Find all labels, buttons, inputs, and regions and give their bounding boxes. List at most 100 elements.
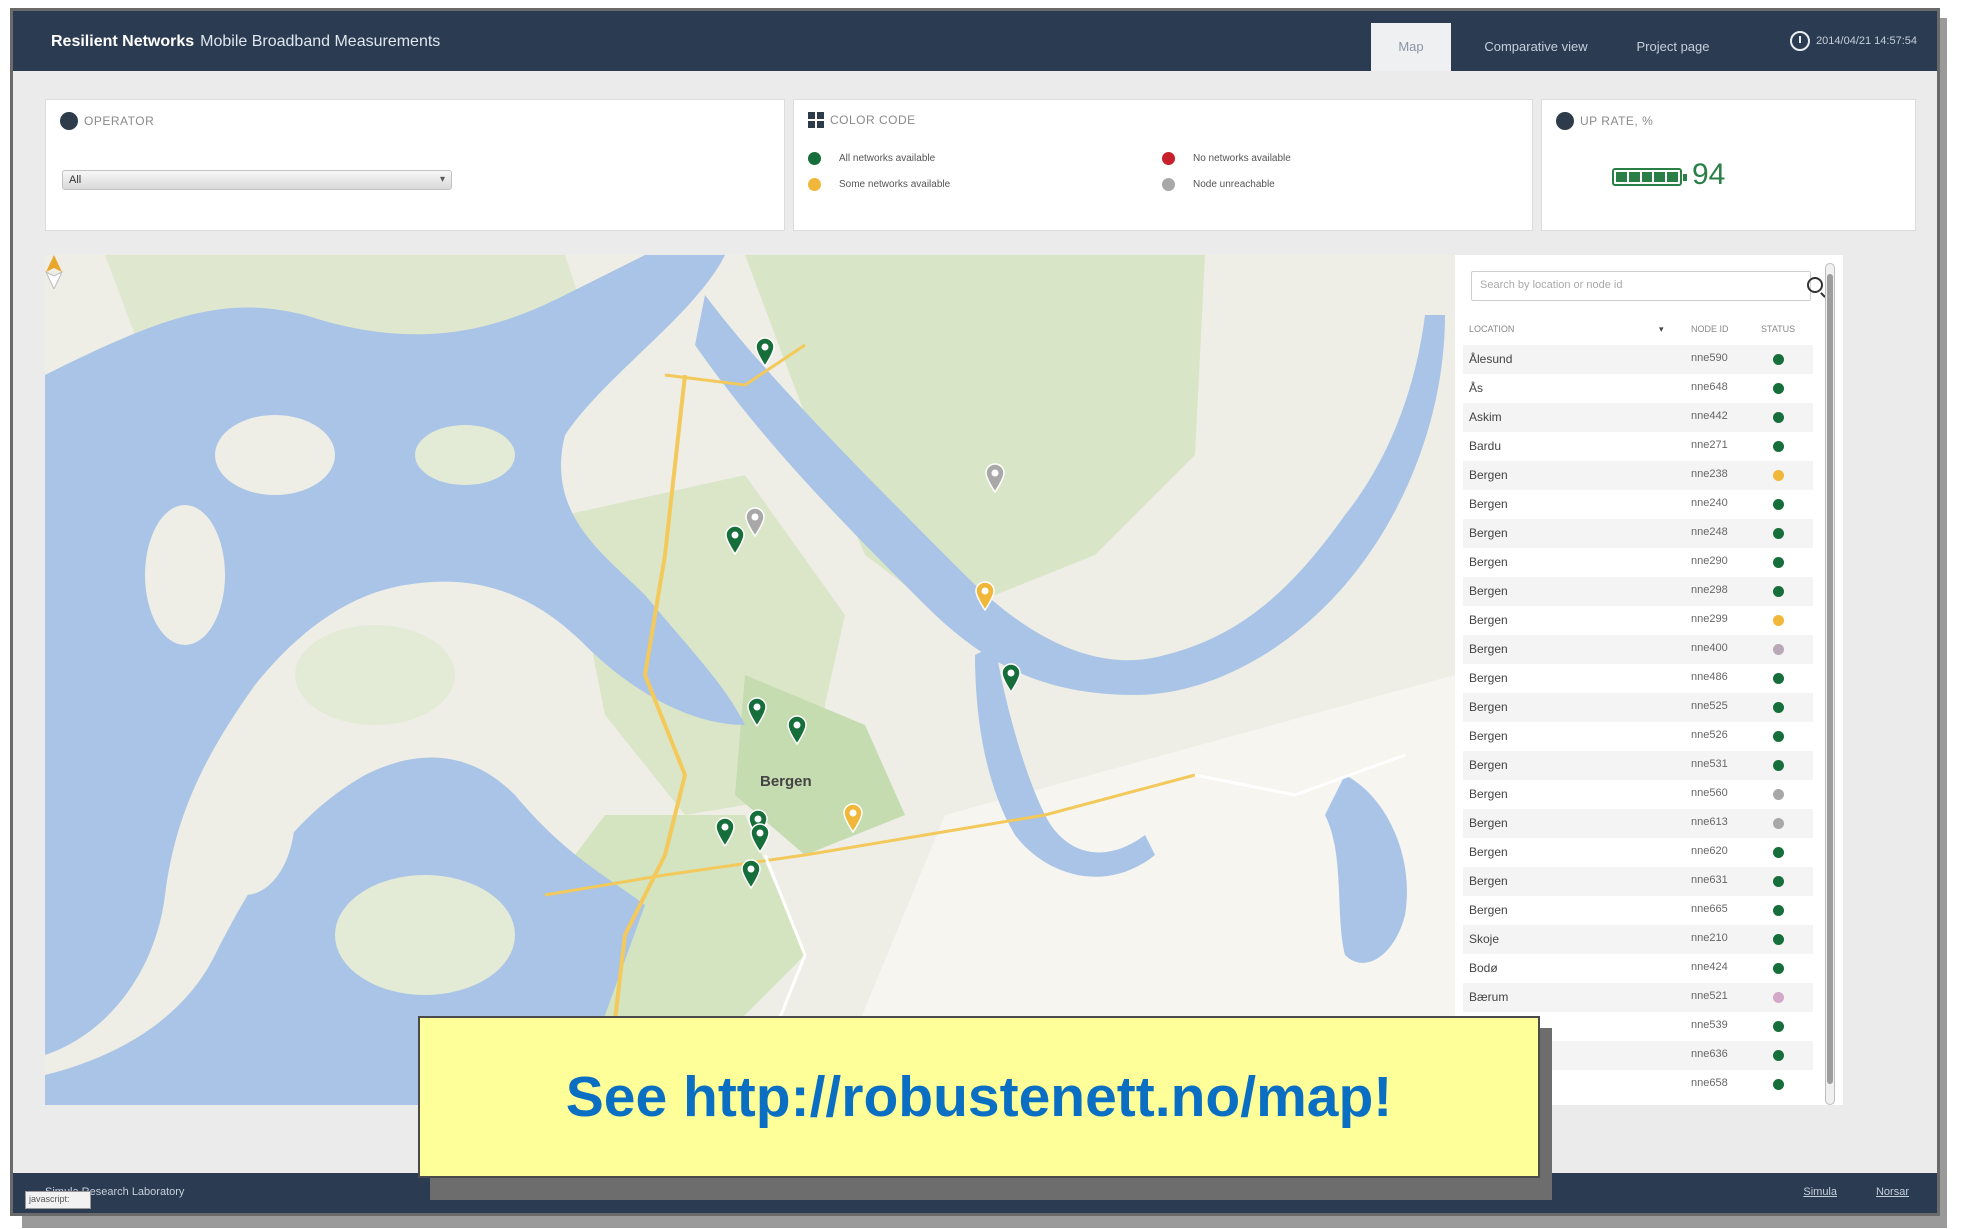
table-row[interactable]: Bergen nne531 <box>1463 751 1813 780</box>
status-dot-icon <box>1773 528 1784 539</box>
map-marker-icon[interactable] <box>974 581 996 611</box>
table-row[interactable]: Bardu nne271 <box>1463 432 1813 461</box>
table-row[interactable]: Bergen nne486 <box>1463 664 1813 693</box>
row-node-id: nne531 <box>1691 758 1728 770</box>
row-location: Bergen <box>1469 497 1508 511</box>
table-row[interactable]: Bergen nne525 <box>1463 693 1813 722</box>
scrollbar-thumb[interactable] <box>1827 274 1833 1084</box>
table-row[interactable]: Askim nne442 <box>1463 403 1813 432</box>
legend-none-available: No networks available <box>1162 152 1291 165</box>
row-location: Bergen <box>1469 468 1508 482</box>
sort-icon[interactable]: ▾ <box>1659 324 1664 335</box>
table-row[interactable]: Bergen nne248 <box>1463 519 1813 548</box>
tab-project-page[interactable]: Project page <box>1613 23 1733 71</box>
legend-label: Some networks available <box>839 179 951 190</box>
brand-title[interactable]: Resilient Networks Mobile Broadband Measu… <box>51 33 440 51</box>
row-node-id: nne560 <box>1691 787 1728 799</box>
status-dot-icon <box>1773 557 1784 568</box>
north-arrow-icon[interactable] <box>45 255 63 289</box>
table-row[interactable]: Ålesund nne590 <box>1463 345 1813 374</box>
table-row[interactable]: Bergen nne290 <box>1463 548 1813 577</box>
map-marker-icon[interactable] <box>746 697 768 727</box>
row-node-id: nne620 <box>1691 845 1728 857</box>
table-row[interactable]: Bergen nne400 <box>1463 635 1813 664</box>
map-marker-icon[interactable] <box>740 859 762 889</box>
footer-link-norsar[interactable]: Norsar <box>1876 1186 1909 1198</box>
column-node-id[interactable]: NODE ID <box>1691 324 1729 334</box>
table-row[interactable]: Skoje nne210 <box>1463 925 1813 954</box>
table-row[interactable]: Bergen nne613 <box>1463 809 1813 838</box>
status-dot-icon <box>1773 760 1784 771</box>
map-marker-icon[interactable] <box>744 507 766 537</box>
table-row[interactable]: Bergen nne299 <box>1463 606 1813 635</box>
table-row[interactable]: Bodø nne424 <box>1463 954 1813 983</box>
map-view[interactable]: Bergen <box>45 255 1455 1105</box>
table-row[interactable]: Bergen nne560 <box>1463 780 1813 809</box>
yellow-dot-icon <box>808 178 821 191</box>
tab-map[interactable]: Map <box>1371 23 1451 71</box>
tab-comparative-view[interactable]: Comparative view <box>1461 23 1611 71</box>
status-dot-icon <box>1773 992 1784 1003</box>
row-node-id: nne631 <box>1691 874 1728 886</box>
map-marker-icon[interactable] <box>749 823 771 853</box>
status-dot-icon <box>1773 644 1784 655</box>
operator-panel-header: OPERATOR <box>60 112 154 130</box>
status-dot-icon <box>1773 1050 1784 1061</box>
status-dot-icon <box>1773 586 1784 597</box>
row-location: Bergen <box>1469 845 1508 859</box>
gray-dot-icon <box>1162 178 1175 191</box>
operator-icon <box>60 112 78 130</box>
table-row[interactable]: Bergen nne238 <box>1463 461 1813 490</box>
row-location: Bergen <box>1469 874 1508 888</box>
status-dot-icon <box>1773 383 1784 394</box>
map-marker-icon[interactable] <box>1000 663 1022 693</box>
row-node-id: nne665 <box>1691 903 1728 915</box>
column-status[interactable]: STATUS <box>1761 324 1795 334</box>
node-list-panel: Search by location or node id LOCATION ▾… <box>1455 255 1843 1105</box>
status-dot-icon <box>1773 934 1784 945</box>
map-marker-icon[interactable] <box>754 337 776 367</box>
uprate-panel-header: UP RATE, % <box>1556 112 1653 130</box>
status-dot-icon <box>1773 499 1784 510</box>
status-tag: javascript: <box>25 1191 91 1209</box>
row-node-id: nne240 <box>1691 497 1728 509</box>
row-node-id: nne526 <box>1691 729 1728 741</box>
map-marker-icon[interactable] <box>724 525 746 555</box>
status-dot-icon <box>1773 1021 1784 1032</box>
operator-select[interactable]: All ▾ <box>62 170 452 190</box>
row-node-id: nne636 <box>1691 1048 1728 1060</box>
table-row[interactable]: Ås nne648 <box>1463 374 1813 403</box>
map-marker-icon[interactable] <box>984 463 1006 493</box>
footer-link-simula[interactable]: Simula <box>1803 1186 1837 1198</box>
status-dot-icon <box>1773 963 1784 974</box>
uprate-panel-title: UP RATE, % <box>1580 114 1654 128</box>
legend-label: No networks available <box>1193 153 1291 164</box>
search-icon[interactable] <box>1807 277 1823 293</box>
table-row[interactable]: Bergen nne665 <box>1463 896 1813 925</box>
search-input[interactable]: Search by location or node id <box>1471 271 1811 301</box>
green-dot-icon <box>808 152 821 165</box>
scrollbar[interactable] <box>1825 263 1835 1105</box>
table-row[interactable]: Bergen nne240 <box>1463 490 1813 519</box>
row-node-id: nne248 <box>1691 526 1728 538</box>
table-row[interactable]: Bergen nne298 <box>1463 577 1813 606</box>
table-row[interactable]: Bergen nne631 <box>1463 867 1813 896</box>
uprate-value: 94 <box>1692 158 1726 191</box>
status-dot-icon <box>1773 847 1784 858</box>
table-row[interactable]: Bergen nne620 <box>1463 838 1813 867</box>
grid-icon <box>808 112 824 128</box>
table-row[interactable]: Bærum nne521 <box>1463 983 1813 1012</box>
column-location[interactable]: LOCATION <box>1469 324 1514 334</box>
row-node-id: nne299 <box>1691 613 1728 625</box>
row-location: Bergen <box>1469 729 1508 743</box>
table-row[interactable]: Bergen nne526 <box>1463 722 1813 751</box>
row-location: Askim <box>1469 410 1502 424</box>
map-marker-icon[interactable] <box>842 803 864 833</box>
status-dot-icon <box>1773 702 1784 713</box>
map-marker-icon[interactable] <box>786 715 808 745</box>
row-node-id: nne613 <box>1691 816 1728 828</box>
row-node-id: nne424 <box>1691 961 1728 973</box>
status-dot-icon <box>1773 789 1784 800</box>
map-marker-icon[interactable] <box>714 817 736 847</box>
legend-all-available: All networks available <box>808 152 935 165</box>
